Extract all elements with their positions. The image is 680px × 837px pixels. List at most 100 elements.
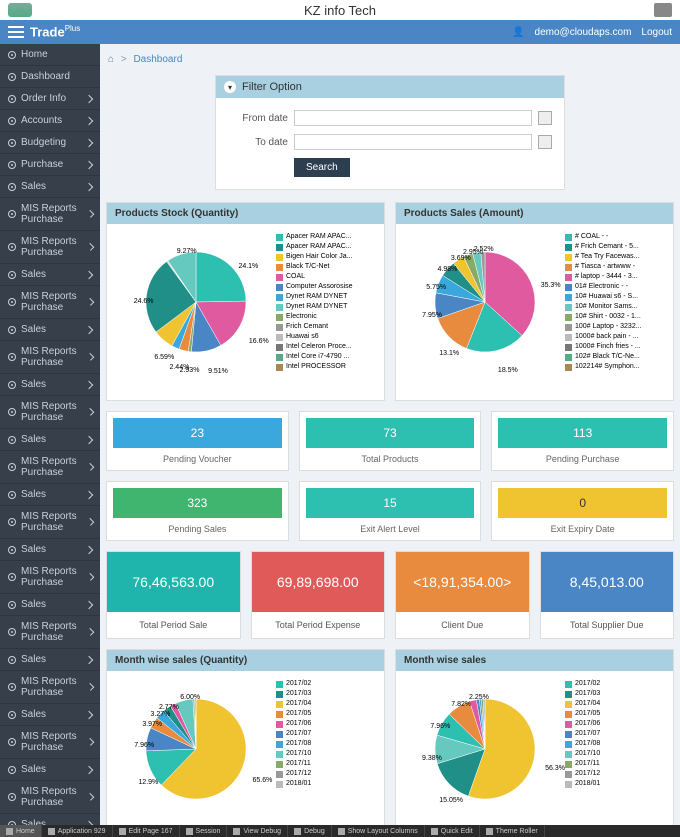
legend-item[interactable]: Huawai s6 [276,332,376,342]
sidebar-item-mis-reports-purchase[interactable]: MIS Reports Purchase [0,726,100,759]
bigstat-total-supplier-due[interactable]: 8,45,013.00Total Supplier Due [540,551,675,639]
to-date-input[interactable] [294,134,532,150]
sidebar-item-accounts[interactable]: Accounts [0,110,100,132]
toolbar-quick-edit[interactable]: Quick Edit [425,825,480,837]
legend-item[interactable]: 2017/10 [276,749,376,759]
toolbar-view-debug[interactable]: View Debug [227,825,288,837]
legend-item[interactable]: Electronic [276,312,376,322]
from-date-input[interactable] [294,110,532,126]
toolbar-home[interactable]: Home [0,825,42,837]
search-button[interactable]: Search [294,158,350,177]
legend-item[interactable]: Bigen Hair Color Ja... [276,252,376,262]
bigstat-total-period-sale[interactable]: 76,46,563.00Total Period Sale [106,551,241,639]
legend-item[interactable]: 2017/11 [565,759,665,769]
sidebar-item-mis-reports-purchase[interactable]: MIS Reports Purchase [0,341,100,374]
legend-item[interactable]: 2017/12 [276,769,376,779]
legend-item[interactable]: 2017/03 [565,689,665,699]
legend-item[interactable]: 10# Huawai s6 - S... [565,292,665,302]
printer-icon[interactable] [654,3,672,17]
stat-exit-expiry-date[interactable]: 0Exit Expiry Date [491,481,674,541]
collapse-icon[interactable]: ▾ [224,81,236,93]
toolbar-show-layout-columns[interactable]: Show Layout Columns [332,825,425,837]
legend-item[interactable]: 2017/03 [276,689,376,699]
sidebar-item-order-info[interactable]: Order Info [0,88,100,110]
sidebar-item-sales[interactable]: Sales [0,594,100,616]
bigstat-client-due[interactable]: <18,91,354.00>Client Due [395,551,530,639]
legend-item[interactable]: Intel PROCESSOR [276,362,376,372]
legend-item[interactable]: Apacer RAM APAC... [276,232,376,242]
legend-item[interactable]: 2017/06 [565,719,665,729]
bigstat-total-period-expense[interactable]: 69,89,698.00Total Period Expense [251,551,386,639]
sidebar-item-mis-reports-purchase[interactable]: MIS Reports Purchase [0,561,100,594]
legend-item[interactable]: 100# Laptop - 3232... [565,322,665,332]
sidebar-item-home[interactable]: Home [0,44,100,66]
sidebar-item-sales[interactable]: Sales [0,429,100,451]
legend-item[interactable]: 2017/08 [276,739,376,749]
legend-item[interactable]: Computer Assorosise [276,282,376,292]
legend-item[interactable]: 2017/05 [565,709,665,719]
sidebar-item-mis-reports-purchase[interactable]: MIS Reports Purchase [0,451,100,484]
legend-item[interactable]: Intel Core i7-4790 ... [276,352,376,362]
sidebar-item-sales[interactable]: Sales [0,176,100,198]
sidebar-item-mis-reports-purchase[interactable]: MIS Reports Purchase [0,286,100,319]
toolbar-edit-page-167[interactable]: Edit Page 167 [113,825,180,837]
legend-item[interactable]: 2017/07 [276,729,376,739]
legend-item[interactable]: COAL [276,272,376,282]
legend-item[interactable]: Dynet RAM DYNET [276,302,376,312]
sidebar-item-purchase[interactable]: Purchase [0,154,100,176]
sidebar-item-mis-reports-purchase[interactable]: MIS Reports Purchase [0,616,100,649]
calendar-icon[interactable] [538,135,552,149]
sidebar-item-sales[interactable]: Sales [0,649,100,671]
legend-item[interactable]: 10# Monitor Sams... [565,302,665,312]
legend-item[interactable]: 2017/10 [565,749,665,759]
legend-item[interactable]: 2017/07 [565,729,665,739]
logout-link[interactable]: Logout [641,27,672,38]
legend-item[interactable]: Apacer RAM APAC... [276,242,376,252]
stat-pending-voucher[interactable]: 23Pending Voucher [106,411,289,471]
sidebar-item-sales[interactable]: Sales [0,319,100,341]
legend-item[interactable]: 2017/02 [276,679,376,689]
legend-item[interactable]: # Tea Try Facewas... [565,252,665,262]
legend-item[interactable]: 2017/05 [276,709,376,719]
stat-total-products[interactable]: 73Total Products [299,411,482,471]
sidebar-item-sales[interactable]: Sales [0,704,100,726]
sidebar-item-mis-reports-purchase[interactable]: MIS Reports Purchase [0,506,100,539]
legend-item[interactable]: Black T/C-Net [276,262,376,272]
sidebar-item-sales[interactable]: Sales [0,484,100,506]
sidebar-item-mis-reports-purchase[interactable]: MIS Reports Purchase [0,396,100,429]
stat-pending-purchase[interactable]: 113Pending Purchase [491,411,674,471]
legend-item[interactable]: 2018/01 [565,779,665,789]
legend-item[interactable]: # laptop - 3444 - 3... [565,272,665,282]
legend-item[interactable]: 2017/06 [276,719,376,729]
sidebar-item-mis-reports-purchase[interactable]: MIS Reports Purchase [0,671,100,704]
sidebar-item-mis-reports-purchase[interactable]: MIS Reports Purchase [0,781,100,814]
legend-item[interactable]: 01# Electronic - - [565,282,665,292]
legend-item[interactable]: 102# Black T/C-Ne... [565,352,665,362]
filter-header[interactable]: ▾ Filter Option [216,76,564,98]
toolbar-debug[interactable]: Debug [288,825,332,837]
sidebar-item-sales[interactable]: Sales [0,814,100,825]
stat-exit-alert-level[interactable]: 15Exit Alert Level [299,481,482,541]
sidebar-item-sales[interactable]: Sales [0,264,100,286]
sidebar-item-mis-reports-purchase[interactable]: MIS Reports Purchase [0,231,100,264]
legend-item[interactable]: # Frich Cemant - 5... [565,242,665,252]
calendar-icon[interactable] [538,111,552,125]
toolbar-application-929[interactable]: Application 929 [42,825,113,837]
legend-item[interactable]: 1000# Finch fries - ... [565,342,665,352]
legend-item[interactable]: 1000# back pain - ... [565,332,665,342]
legend-item[interactable]: 10# Shirt - 0032 - 1... [565,312,665,322]
legend-item[interactable]: 2017/02 [565,679,665,689]
legend-item[interactable]: 102214# Symphon... [565,362,665,372]
legend-item[interactable]: 2017/11 [276,759,376,769]
legend-item[interactable]: 2017/12 [565,769,665,779]
stat-pending-sales[interactable]: 323Pending Sales [106,481,289,541]
sidebar-item-sales[interactable]: Sales [0,539,100,561]
hamburger-icon[interactable] [8,25,24,39]
legend-item[interactable]: Intel Celeron Proce... [276,342,376,352]
legend-item[interactable]: 2017/08 [565,739,665,749]
sidebar-item-mis-reports-purchase[interactable]: MIS Reports Purchase [0,198,100,231]
legend-item[interactable]: 2017/04 [565,699,665,709]
sidebar-item-sales[interactable]: Sales [0,374,100,396]
legend-item[interactable]: Dynet RAM DYNET [276,292,376,302]
legend-item[interactable]: # COAL - - [565,232,665,242]
